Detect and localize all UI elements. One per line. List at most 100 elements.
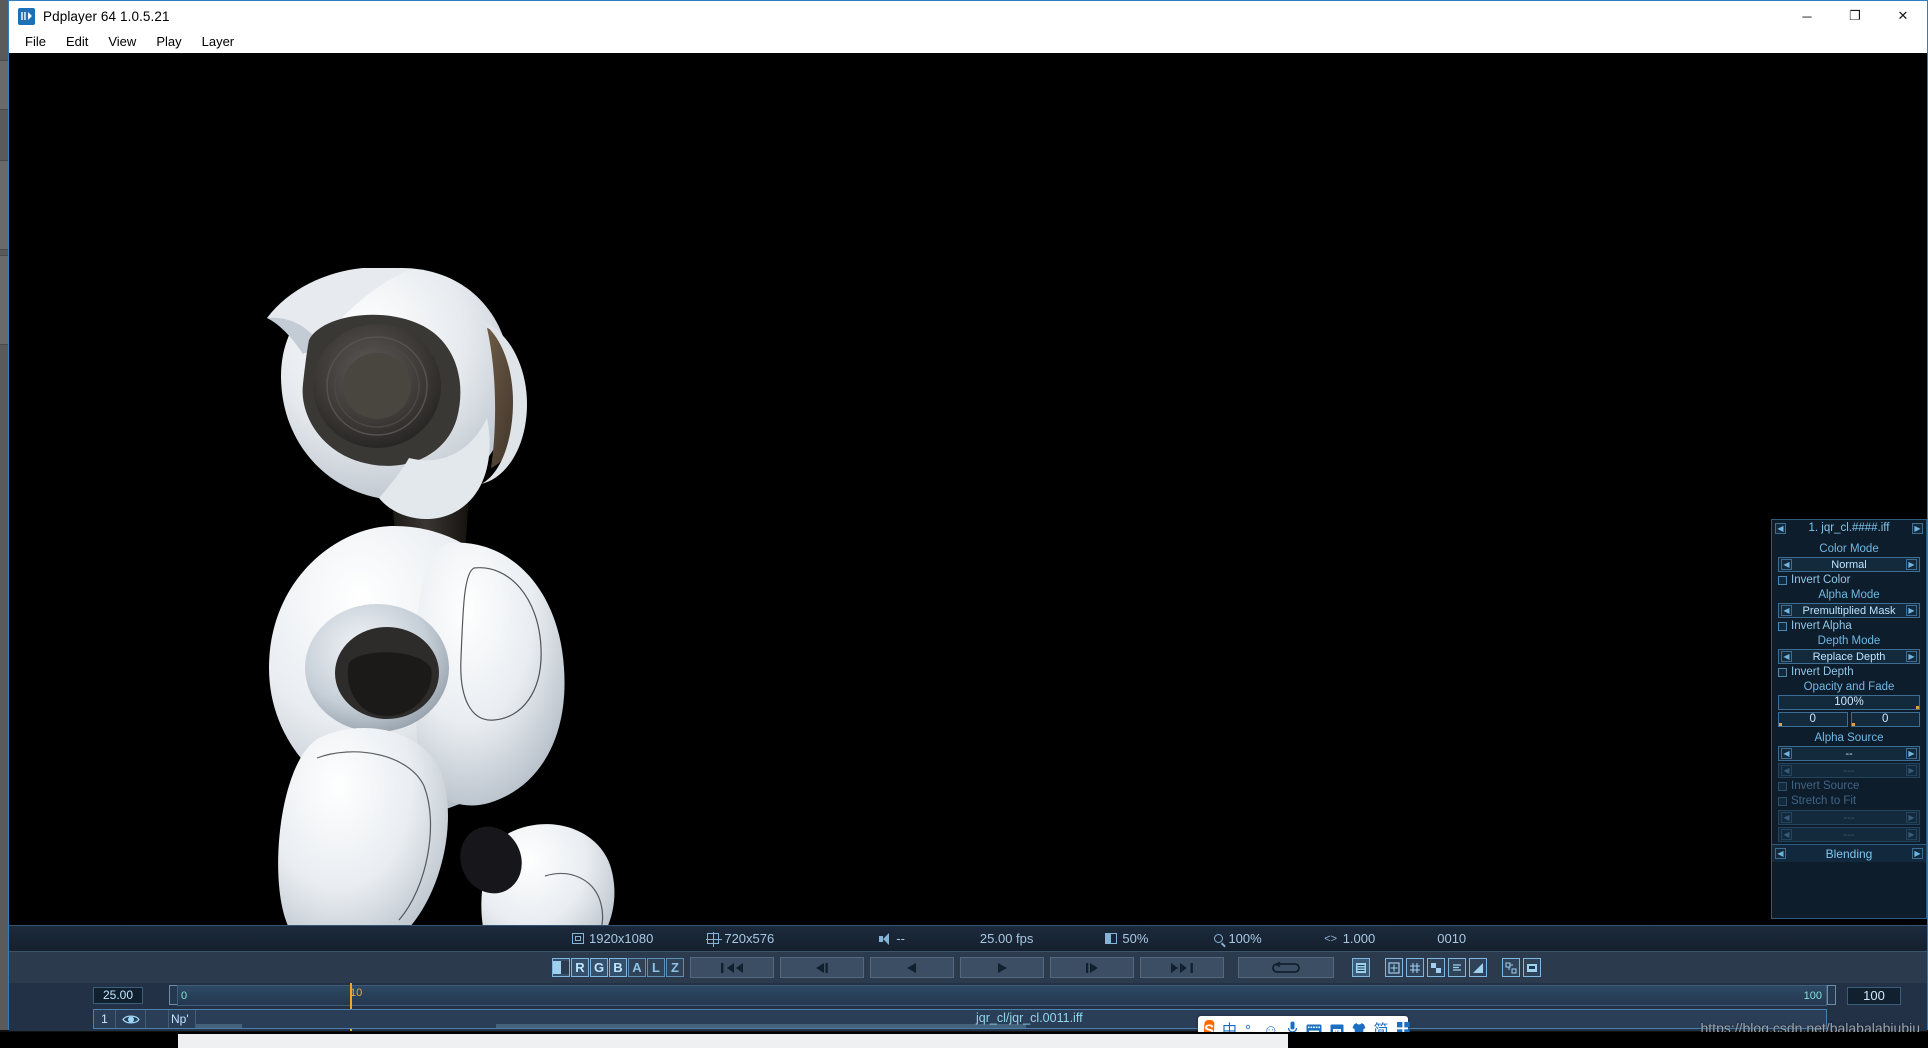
go-to-start-button[interactable]	[690, 957, 774, 978]
depth-mode-next-icon[interactable]: ▶	[1906, 651, 1917, 662]
speaker-icon	[879, 932, 891, 945]
ruler-playhead-label: 10	[350, 987, 363, 999]
channel-toggle-depth[interactable]: Z	[666, 958, 684, 977]
timeline-ruler[interactable]: 0 10 100	[177, 985, 1827, 1006]
color-mode-next-icon[interactable]: ▶	[1906, 559, 1917, 570]
status-zoom: 100%	[1214, 931, 1262, 946]
go-to-end-button[interactable]	[1140, 957, 1224, 978]
invert-source-label: Invert Source	[1791, 780, 1860, 792]
fit-to-window-button[interactable]	[1385, 958, 1403, 977]
opacity-field[interactable]: 100%	[1778, 695, 1920, 710]
frame-size-icon	[572, 933, 584, 944]
status-display-scale-value: 50%	[1122, 931, 1149, 946]
status-pixel-aspect: 720x576	[706, 931, 774, 947]
channel-toggle-green[interactable]: G	[590, 958, 608, 977]
maximize-button[interactable]: ❐	[1831, 1, 1879, 31]
blending-next-icon[interactable]: ▶	[1912, 848, 1923, 859]
color-mode-combo[interactable]: ◀ Normal ▶	[1778, 557, 1920, 572]
menu-layer[interactable]: Layer	[192, 33, 245, 51]
opacity-and-fade-label: Opacity and Fade	[1803, 681, 1895, 693]
checkbox-icon	[1778, 575, 1787, 585]
step-forward-button[interactable]	[1050, 957, 1134, 978]
status-bar: 1920x1080 720x576 -- 25.00 fps 50% 100%	[9, 925, 1927, 951]
alpha-source-fourth-combo: ◀ --- ▶	[1778, 827, 1920, 842]
text-overlay-button[interactable]	[1448, 958, 1466, 977]
invert-color-checkbox[interactable]: Invert Color	[1778, 574, 1920, 586]
title-bar: Pdplayer 64 1.0.5.21 ─ ❐ ✕	[9, 1, 1927, 31]
menu-edit[interactable]: Edit	[56, 33, 98, 51]
menu-play[interactable]: Play	[146, 33, 191, 51]
channel-toggle-alpha[interactable]: A	[628, 958, 646, 977]
ruler-end-label: 100	[1803, 990, 1822, 1002]
invert-alpha-checkbox[interactable]: Invert Alpha	[1778, 620, 1920, 632]
alpha-mode-next-icon[interactable]: ▶	[1906, 605, 1917, 616]
layer-visibility-toggle[interactable]	[116, 1010, 146, 1028]
end-frame-input[interactable]: 100	[1847, 987, 1901, 1005]
fade-fields: 0 0	[1778, 712, 1920, 729]
gradient-ramp-button[interactable]	[1469, 958, 1487, 977]
layer-index: 1	[94, 1010, 116, 1028]
depth-mode-combo[interactable]: ◀ Replace Depth ▶	[1778, 649, 1920, 664]
channel-toggle-blue[interactable]: B	[609, 958, 627, 977]
invert-depth-checkbox[interactable]: Invert Depth	[1778, 666, 1920, 678]
fade-out-handle[interactable]	[1851, 723, 1855, 726]
half-resolution-icon	[1105, 933, 1118, 944]
close-button[interactable]: ✕	[1879, 1, 1927, 31]
step-back-button[interactable]	[780, 957, 864, 978]
next-layer-arrow-icon[interactable]: ▶	[1912, 522, 1923, 534]
alpha-source-next-icon[interactable]: ▶	[1906, 748, 1917, 759]
alpha-source-combo[interactable]: ◀ -- ▶	[1778, 746, 1920, 761]
blending-prev-icon[interactable]: ◀	[1775, 848, 1786, 859]
pdplayer-window: Pdplayer 64 1.0.5.21 ─ ❐ ✕ File Edit Vie…	[8, 0, 1928, 1031]
alpha-mode-combo[interactable]: ◀ Premultiplied Mask ▶	[1778, 603, 1920, 618]
depth-mode-prev-icon[interactable]: ◀	[1781, 651, 1792, 662]
invert-alpha-label: Invert Alpha	[1791, 620, 1852, 632]
layer-track[interactable]: jqr_cl/jqr_cl.0011.iff	[196, 1010, 1826, 1028]
status-gamma: <> 1.000	[1324, 931, 1375, 946]
channel-toggle-alpha-blend[interactable]	[552, 958, 570, 977]
ruler-start-label: 0	[181, 990, 188, 1002]
timeline-layer-row[interactable]: 1 Np' jqr_cl/jqr_cl.0011.iff	[93, 1009, 1827, 1029]
grid-overlay-button[interactable]	[1406, 958, 1424, 977]
alpha-source-third-prev-icon: ◀	[1781, 812, 1792, 823]
fullscreen-view-button[interactable]	[1523, 958, 1541, 977]
loop-toggle-button[interactable]	[1238, 957, 1334, 978]
alpha-mode-prev-icon[interactable]: ◀	[1781, 605, 1792, 616]
checker-background-button[interactable]	[1427, 958, 1445, 977]
blending-section-button[interactable]: ◀ Blending ▶	[1772, 844, 1926, 862]
window-title: Pdplayer 64 1.0.5.21	[43, 8, 170, 24]
alpha-source-prev-icon[interactable]: ◀	[1781, 748, 1792, 759]
layer-lock-cell[interactable]	[146, 1010, 169, 1028]
menu-view[interactable]: View	[98, 33, 146, 51]
layer-panel-title: 1. jqr_cl.####.iff	[1808, 522, 1890, 534]
fade-out-field[interactable]: 0	[1850, 712, 1920, 727]
range-end-handle[interactable]	[1827, 985, 1836, 1005]
play-forward-button[interactable]	[960, 957, 1044, 978]
prev-layer-arrow-icon[interactable]: ◀	[1775, 522, 1786, 534]
fade-in-field[interactable]: 0	[1778, 712, 1848, 727]
timeline-area: 25.00 0 10 100 100 1 Np' jqr_cl/jqr_cl.0…	[9, 983, 1927, 1031]
compare-layout-button[interactable]	[1502, 958, 1520, 977]
menu-file[interactable]: File	[15, 33, 56, 51]
color-mode-prev-icon[interactable]: ◀	[1781, 559, 1792, 570]
desktop-taskbar	[0, 1032, 1928, 1048]
minimize-button[interactable]: ─	[1783, 1, 1831, 31]
channel-toggle-luminance[interactable]: L	[647, 958, 665, 977]
opacity-handle[interactable]	[1916, 706, 1919, 709]
alpha-source-secondary-combo[interactable]: ◀ --- ▶	[1778, 763, 1920, 778]
layers-list-view-button[interactable]	[1352, 958, 1370, 977]
image-viewport[interactable]	[9, 53, 1927, 925]
alpha-blend-icon	[553, 961, 569, 974]
layer-flags[interactable]: Np'	[169, 1010, 196, 1028]
alpha-mode-label: Alpha Mode	[1818, 589, 1880, 601]
checkbox-icon	[1778, 796, 1787, 806]
status-display-scale: 50%	[1105, 931, 1148, 946]
channel-toggle-red[interactable]: R	[571, 958, 589, 977]
fade-in-handle[interactable]	[1779, 723, 1782, 726]
status-fps-value: 25.00 fps	[979, 931, 1034, 946]
fps-input[interactable]: 25.00	[93, 987, 143, 1004]
play-backward-button[interactable]	[870, 957, 954, 978]
blending-label: Blending	[1825, 846, 1873, 861]
stretch-to-fit-checkbox: Stretch to Fit	[1778, 795, 1920, 807]
status-resolution-value: 1920x1080	[589, 931, 654, 946]
